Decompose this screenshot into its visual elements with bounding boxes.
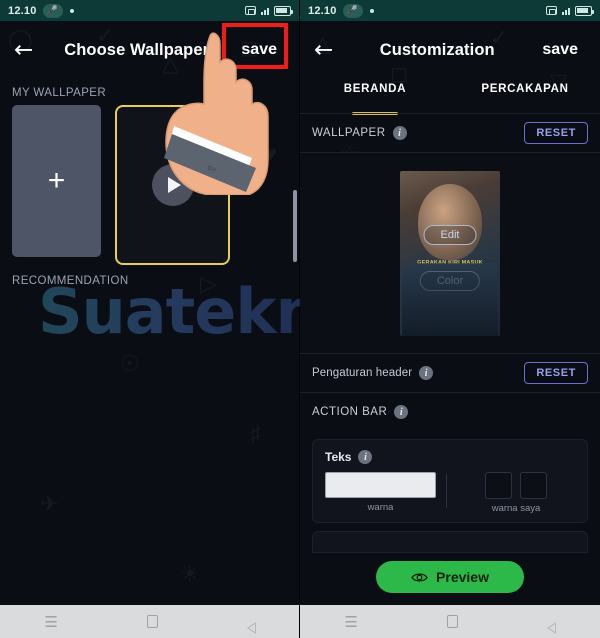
warna-saya-caption: warna saya (491, 503, 541, 514)
section-wallpaper-header: WALLPAPER i RESET (300, 114, 600, 152)
section-title: ACTION BAR (312, 406, 388, 418)
save-button[interactable]: save (233, 35, 285, 65)
save-button-wrap: save (222, 23, 289, 69)
info-icon[interactable]: i (358, 450, 373, 464)
reset-wallpaper-button[interactable]: RESET (524, 122, 588, 144)
microphone-icon: 🎤 (42, 3, 63, 18)
teks-label-row: Teks i (325, 450, 575, 464)
action-bar-card: Teks i warna warna saya (312, 439, 588, 523)
status-time: 12.10 (8, 4, 37, 17)
teks-field-row: warna warna saya (325, 472, 575, 514)
rotation-icon (245, 6, 256, 15)
status-right-icons (546, 5, 594, 16)
preview-button-label: Preview (436, 569, 489, 585)
teks-color-input[interactable] (325, 472, 436, 498)
left-app-bar: ← Choose Wallpaper save (0, 21, 299, 79)
warna-caption: warna (367, 502, 394, 513)
my-wallpaper-label: MY WALLPAPER (12, 87, 107, 99)
menu-icon[interactable]: ☰ (344, 613, 357, 631)
battery-icon (575, 5, 594, 16)
field-separator (446, 474, 447, 508)
dual-screenshot: 12.10 🎤 ◯ ✓ △ ◻ ☆ ♥ ♻ ▷ ☉ ♯ ✈ ☀ ← Choos (0, 0, 600, 638)
back-triangle-icon[interactable] (546, 616, 556, 634)
wallpaper-preview-area: Edit GERAKAN KIRI MASUK Color (300, 153, 600, 353)
save-button[interactable]: save (534, 35, 586, 65)
color-swatch[interactable] (485, 472, 512, 499)
battery-icon (274, 5, 293, 16)
video-wallpaper-tile[interactable] (115, 105, 230, 265)
nav-bar-right: ☰ (300, 605, 600, 638)
left-phone-screen: 12.10 🎤 ◯ ✓ △ ◻ ☆ ♥ ♻ ▷ ☉ ♯ ✈ ☀ ← Choos (0, 0, 300, 638)
status-right-icons (245, 5, 293, 16)
microphone-icon: 🎤 (342, 3, 363, 18)
nav-bar-left: ☰ (0, 605, 299, 638)
status-bar-right: 12.10 🎤 (300, 0, 600, 21)
plus-icon: + (47, 164, 66, 197)
page-title: Customization (379, 40, 495, 59)
section-action-bar-header: ACTION BAR i (300, 393, 600, 431)
signal-icon (261, 6, 269, 15)
back-arrow-icon[interactable]: ← (314, 38, 340, 62)
home-icon[interactable] (146, 615, 158, 628)
edit-overlay-button[interactable]: Edit (423, 224, 477, 245)
wallpaper-caption: GERAKAN KIRI MASUK (417, 259, 483, 266)
section-divider (300, 152, 600, 153)
color-field-col: warna (325, 472, 436, 513)
status-dot-icon (369, 8, 374, 13)
next-section-partial[interactable] (312, 531, 588, 553)
color-swatch-group (457, 472, 575, 499)
eye-icon (411, 572, 428, 583)
rotation-icon (546, 6, 557, 15)
info-icon[interactable]: i (394, 405, 409, 419)
teks-label: Teks (325, 450, 352, 464)
back-triangle-icon[interactable] (246, 616, 256, 634)
status-time: 12.10 (308, 4, 337, 17)
scrollbar-thumb[interactable] (293, 190, 297, 262)
status-dot-icon (69, 8, 74, 13)
recommendation-label: RECOMMENDATION (12, 275, 129, 287)
wallpaper-tile-row: + (0, 105, 299, 265)
add-wallpaper-tile[interactable]: + (12, 105, 101, 257)
back-arrow-icon[interactable]: ← (14, 38, 40, 62)
page-title: Choose Wallpaper (64, 40, 210, 59)
right-app-bar: ← Customization save (300, 21, 600, 79)
color-overlay-button[interactable]: Color (419, 271, 481, 292)
wallpaper-thumbnail[interactable]: Edit GERAKAN KIRI MASUK Color (400, 170, 500, 336)
play-icon[interactable] (151, 164, 194, 206)
home-icon[interactable] (446, 615, 458, 628)
section-header-settings: Pengaturan header i RESET (300, 354, 600, 392)
reset-header-button[interactable]: RESET (524, 362, 588, 384)
color-swatch[interactable] (520, 472, 547, 499)
info-icon[interactable]: i (392, 126, 407, 140)
tab-bar: BERANDA PERCAKAPAN (300, 79, 600, 113)
swatch-field-col: warna saya (457, 472, 575, 514)
section-title: Pengaturan header (312, 367, 413, 379)
right-phone-screen: 12.10 🎤 △ ◻ ✓ ▽ ☆ ◯ ♥ ← Customization sa… (300, 0, 600, 638)
signal-icon (562, 6, 570, 15)
preview-button[interactable]: Preview (376, 561, 524, 593)
info-icon[interactable]: i (419, 366, 434, 380)
section-title: WALLPAPER (312, 127, 386, 139)
menu-icon[interactable]: ☰ (44, 613, 57, 631)
tab-percakapan[interactable]: PERCAKAPAN (450, 79, 600, 113)
tab-beranda[interactable]: BERANDA (300, 79, 450, 113)
status-bar-left: 12.10 🎤 (0, 0, 299, 21)
